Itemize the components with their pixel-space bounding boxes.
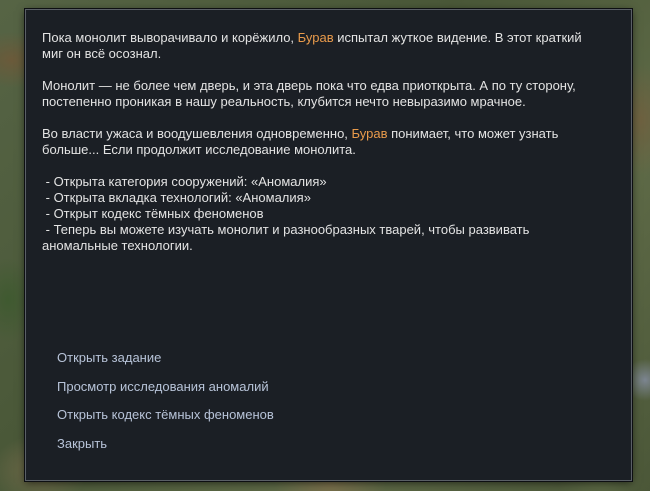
unlock-list-item: - Открыта категория сооружений: «Аномали… <box>42 174 327 189</box>
unlock-list: - Открыта категория сооружений: «Аномали… <box>42 174 602 254</box>
event-paragraph-2: Монолит — не более чем дверь, и эта двер… <box>42 78 576 109</box>
open-quest-option[interactable]: Открыть задание <box>57 350 274 379</box>
unlock-list-item: - Открыта вкладка технологий: «Аномалия» <box>42 190 311 205</box>
close-option[interactable]: Закрыть <box>57 436 274 465</box>
colonist-name: Бурав <box>297 30 334 45</box>
unlock-list-item: - Теперь вы можете изучать монолит и раз… <box>42 222 533 253</box>
view-anomaly-research-option[interactable]: Просмотр исследования аномалий <box>57 379 274 408</box>
unlock-list-item: - Открыт кодекс тёмных феноменов <box>42 206 264 221</box>
open-dark-codex-option[interactable]: Открыть кодекс тёмных феноменов <box>57 407 274 436</box>
event-paragraph-1: Пока монолит выворачивало и корёжило, Бу… <box>42 30 582 61</box>
event-dialog: Пока монолит выворачивало и корёжило, Бу… <box>25 9 632 481</box>
colonist-name: Бурав <box>351 126 388 141</box>
dialog-options: Открыть задание Просмотр исследования ан… <box>57 350 274 464</box>
event-text: Пока монолит выворачивало и корёжило, Бу… <box>42 30 602 254</box>
event-paragraph-3: Во власти ужаса и воодушевления одноврем… <box>42 126 559 157</box>
